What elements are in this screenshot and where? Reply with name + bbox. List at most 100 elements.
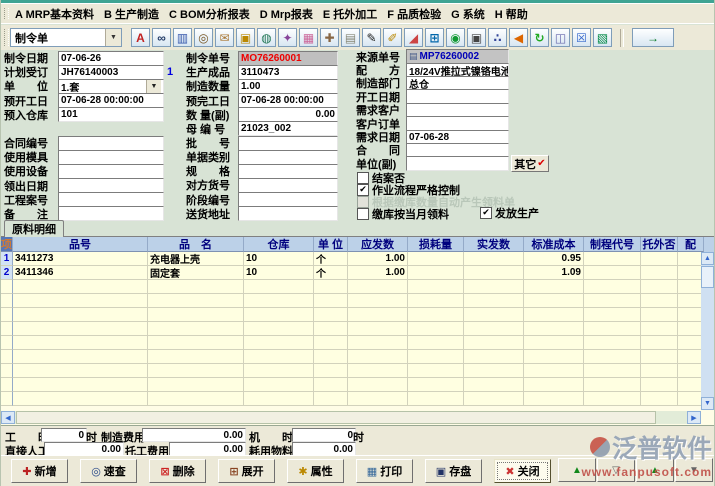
menu-item[interactable]: B 生产制造 bbox=[102, 4, 167, 24]
refresh-icon[interactable]: ↻ bbox=[530, 28, 549, 47]
field-input[interactable]: 21023_002 bbox=[238, 121, 338, 136]
column-header[interactable]: 配 bbox=[678, 237, 704, 252]
field-input[interactable] bbox=[58, 150, 164, 165]
field-input[interactable] bbox=[238, 178, 338, 193]
pin-icon[interactable]: ✚ bbox=[320, 28, 339, 47]
worker-icon[interactable]: ✦ bbox=[278, 28, 297, 47]
column-header[interactable]: 托外否 bbox=[641, 237, 678, 252]
field-input[interactable]: 0.00 bbox=[238, 107, 338, 122]
table-row[interactable]: 1 3411273 充电器上壳 10 个 1.00 0.95 bbox=[1, 252, 715, 266]
labor-hours-field[interactable]: 0 bbox=[41, 428, 87, 442]
filter-edit-button[interactable]: ▼ bbox=[675, 458, 713, 482]
horizontal-scroll-thumb[interactable] bbox=[16, 411, 656, 424]
scroll-left-icon[interactable]: ◀ bbox=[1, 411, 15, 424]
menu-item[interactable]: C BOM分析报表 bbox=[167, 4, 258, 24]
table-row[interactable]: 2 3411346 固定套 10 个 1.00 1.09 bbox=[1, 266, 715, 280]
window-icon[interactable]: ◫ bbox=[551, 28, 570, 47]
module-selector[interactable]: 制令单 ▼ bbox=[10, 28, 122, 47]
properties-button[interactable]: ✱ 属性 bbox=[287, 459, 344, 483]
speaker-icon[interactable]: ◀ bbox=[509, 28, 528, 47]
scroll-down-icon[interactable]: ▼ bbox=[701, 397, 714, 410]
table-row[interactable] bbox=[1, 350, 715, 364]
globe-icon[interactable]: ◍ bbox=[257, 28, 276, 47]
column-header[interactable]: 实发数 bbox=[464, 237, 524, 252]
pencil-alt-icon[interactable]: ✐ bbox=[383, 28, 402, 47]
sort-up-2-button[interactable]: ▲ bbox=[636, 458, 674, 482]
print-button[interactable]: ▦ 打印 bbox=[356, 459, 413, 483]
mfg-cost-field[interactable]: 0.00 bbox=[142, 428, 246, 442]
field-input[interactable] bbox=[238, 150, 338, 165]
column-header[interactable]: 品号 bbox=[13, 237, 148, 252]
traffic-light-icon[interactable]: ◉ bbox=[446, 28, 465, 47]
chevron-down-icon[interactable]: ▼ bbox=[105, 29, 121, 46]
scroll-right-icon[interactable]: ▶ bbox=[687, 411, 701, 424]
field-input[interactable] bbox=[238, 136, 338, 151]
org-chart-icon[interactable]: ∴ bbox=[488, 28, 507, 47]
table-row[interactable] bbox=[1, 308, 715, 322]
checkbox[interactable]: ✔ bbox=[357, 184, 369, 196]
close-button[interactable]: ✖ 关闭 bbox=[494, 459, 551, 483]
material-cost-field[interactable]: 0.00 bbox=[292, 442, 356, 456]
checkbox[interactable] bbox=[357, 208, 369, 220]
save-button[interactable]: ▣ 存盘 bbox=[425, 459, 482, 483]
vertical-scroll-thumb[interactable] bbox=[701, 266, 714, 288]
checkbox[interactable] bbox=[357, 196, 369, 208]
briefcase-icon[interactable]: ▣ bbox=[236, 28, 255, 47]
field-input[interactable]: 1.00 bbox=[238, 79, 338, 94]
field-input[interactable]: 07-06-26 bbox=[58, 51, 164, 66]
field-input[interactable] bbox=[58, 206, 164, 221]
table-icon[interactable]: ⊞ bbox=[425, 28, 444, 47]
menu-item[interactable]: F 品质检验 bbox=[385, 4, 449, 24]
column-header[interactable]: 项 bbox=[1, 237, 13, 252]
font-tool-icon[interactable]: A bbox=[131, 28, 150, 47]
menu-grip[interactable] bbox=[4, 8, 9, 19]
other-button[interactable]: 其它 ✔ bbox=[511, 155, 549, 172]
field-input[interactable]: 07-06-28 00:00:00 bbox=[58, 93, 164, 108]
quick-search-button[interactable]: ◎ 速查 bbox=[80, 459, 137, 483]
field-input[interactable] bbox=[238, 206, 338, 221]
column-header[interactable]: 制程代号 bbox=[584, 237, 641, 252]
column-header[interactable]: 标准成本 bbox=[524, 237, 584, 252]
column-header[interactable]: 损耗量 bbox=[408, 237, 464, 252]
add-button[interactable]: ✚ 新增 bbox=[11, 459, 68, 483]
sort-up-button[interactable]: ▲ bbox=[558, 458, 596, 482]
record-icon[interactable]: ▣ bbox=[467, 28, 486, 47]
table-row[interactable] bbox=[1, 378, 715, 392]
eraser-icon[interactable]: ◢ bbox=[404, 28, 423, 47]
direct-labor-field[interactable]: 0.00 bbox=[44, 442, 124, 456]
column-header[interactable]: 单 位 bbox=[314, 237, 348, 252]
field-input[interactable] bbox=[238, 164, 338, 179]
chevron-down-icon[interactable]: ▼ bbox=[146, 80, 161, 93]
calendar-icon[interactable]: ▦ bbox=[299, 28, 318, 47]
scroll-up-icon[interactable]: ▲ bbox=[701, 252, 714, 265]
release-production-checkbox[interactable]: ✔ bbox=[480, 207, 492, 219]
table-row[interactable] bbox=[1, 336, 715, 350]
checkbox[interactable] bbox=[357, 172, 369, 184]
field-input[interactable] bbox=[58, 178, 164, 193]
vertical-scrollbar[interactable]: ▲ ▼ bbox=[701, 252, 714, 410]
menu-item[interactable]: A MRP基本资料 bbox=[13, 4, 102, 24]
field-input[interactable]: MO76260001 bbox=[238, 51, 338, 66]
filter-down-button[interactable]: ▽ bbox=[597, 458, 635, 482]
pencil-icon[interactable]: ✎ bbox=[362, 28, 381, 47]
toolbar-grip[interactable] bbox=[4, 29, 9, 46]
user-card-icon[interactable]: ▥ bbox=[173, 28, 192, 47]
menu-item[interactable]: G 系统 bbox=[449, 4, 493, 24]
column-header[interactable]: 品 名 bbox=[148, 237, 244, 252]
binoculars-icon[interactable]: ∞ bbox=[152, 28, 171, 47]
delete-button[interactable]: ⊠ 删除 bbox=[149, 459, 206, 483]
table-row[interactable] bbox=[1, 322, 715, 336]
machine-hours-field[interactable]: 0 bbox=[292, 428, 356, 442]
field-input[interactable] bbox=[58, 192, 164, 207]
field-input[interactable] bbox=[58, 164, 164, 179]
close-x-icon[interactable]: ☒ bbox=[572, 28, 591, 47]
outwork-cost-field[interactable]: 0.00 bbox=[169, 442, 246, 456]
table-row[interactable] bbox=[1, 364, 715, 378]
field-input[interactable] bbox=[58, 136, 164, 151]
menu-item[interactable]: E 托外加工 bbox=[321, 4, 385, 24]
field-input[interactable]: 07-06-28 00:00:00 bbox=[238, 93, 338, 108]
field-input[interactable]: JH76140003 bbox=[58, 65, 164, 80]
field-input[interactable] bbox=[406, 156, 509, 171]
menu-item[interactable]: D Mrp报表 bbox=[258, 4, 321, 24]
cascade-windows-icon[interactable]: ▧ bbox=[593, 28, 612, 47]
